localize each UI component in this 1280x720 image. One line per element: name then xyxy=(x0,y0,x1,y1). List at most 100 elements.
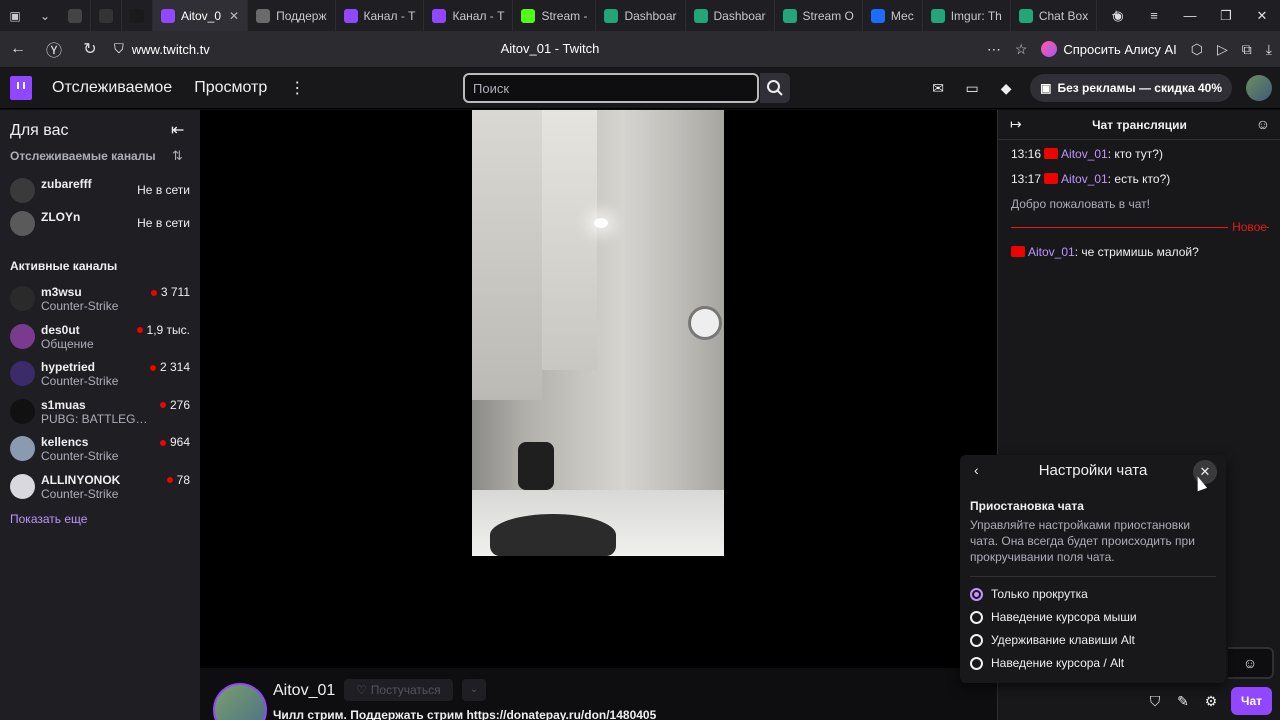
ad-free-promo-button[interactable]: ▣ Без рекламы — скидка 40% xyxy=(1030,74,1232,102)
downloads-icon[interactable]: ⤓ xyxy=(1266,41,1272,58)
show-more-link[interactable]: Показать еще xyxy=(10,512,87,526)
moderation-shield-icon[interactable]: ⛉ xyxy=(1147,693,1163,710)
chat-settings-popup: Настройки чата ‹ ✕ Приостановка чата Упр… xyxy=(960,455,1226,683)
pen-icon[interactable]: ✎ xyxy=(1175,693,1191,710)
browser-tab[interactable]: Канал - Т xyxy=(424,0,514,31)
channel-game: Counter-Strike xyxy=(41,449,119,463)
nav-following[interactable]: Отслеживаемое xyxy=(52,79,172,97)
tab-favicon-icon xyxy=(604,8,619,23)
browser-tab[interactable]: Stream O xyxy=(775,0,863,31)
channel-name: hypetried xyxy=(41,360,96,374)
followed-channel-item[interactable]: zubarefff Не в сети xyxy=(10,175,190,209)
tab-label: Канал - Т xyxy=(363,8,416,23)
collapse-sidebar-icon[interactable]: ⇤ xyxy=(171,120,184,140)
viewer-count: 2 314 xyxy=(149,360,190,374)
tab-favicon-icon xyxy=(1018,8,1033,23)
yandex-icon[interactable]: Ⓨ xyxy=(36,37,72,61)
browser-tab[interactable]: Imgur: Th xyxy=(923,0,1011,31)
emote-picker-button[interactable]: ☺ xyxy=(1228,647,1274,679)
channel-game: Counter-Strike xyxy=(41,299,119,313)
collapse-chat-icon[interactable]: ↦ xyxy=(1010,116,1022,133)
chat-pause-option[interactable]: Наведение курсора / Alt xyxy=(970,656,1124,670)
alice-ai-button[interactable]: Спросить Алису AI xyxy=(1041,41,1177,57)
chat-pause-option[interactable]: Наведение курсора мыши xyxy=(970,610,1137,624)
sort-icon[interactable]: ⇅ xyxy=(172,148,183,164)
browser-tab[interactable]: Dashboar xyxy=(686,0,775,31)
collections-icon[interactable]: ⧉ xyxy=(1242,41,1252,58)
message-user[interactable]: Aitov_01 xyxy=(1061,172,1108,186)
active-channel-item[interactable]: hypetried Counter-Strike 2 314 xyxy=(10,358,190,392)
reload-button[interactable]: ↻ xyxy=(72,39,108,59)
profile-icon[interactable]: ◉ xyxy=(1100,8,1136,24)
browser-tab[interactable]: Aitov_0 ✕ xyxy=(153,0,249,31)
search-button[interactable] xyxy=(760,73,790,103)
channel-name: s1muas xyxy=(41,397,86,412)
inbox-icon[interactable]: ✉ xyxy=(928,78,948,98)
minimize-button[interactable]: — xyxy=(1172,8,1208,23)
tabs-menu-chevron-icon[interactable]: ⌄ xyxy=(30,0,60,31)
follow-dropdown-icon[interactable]: ⌄ xyxy=(462,679,486,701)
active-channel-item[interactable]: ALLINYONOK Counter-Strike 78 xyxy=(10,471,190,505)
chat-send-button[interactable]: Чат xyxy=(1231,687,1272,715)
radio-button[interactable] xyxy=(970,587,983,601)
radio-button[interactable] xyxy=(970,656,983,670)
active-channel-item[interactable]: m3wsu Counter-Strike 3 711 xyxy=(10,283,190,317)
browser-tab[interactable]: Поддерж xyxy=(248,0,336,31)
emoji-icon: ☺ xyxy=(1242,655,1258,671)
nav-browse[interactable]: Просмотр xyxy=(194,79,267,97)
video-player[interactable] xyxy=(200,110,997,668)
browser-tab[interactable]: Dashboar xyxy=(596,0,686,31)
viewer-count: 78 xyxy=(166,473,190,487)
user-avatar[interactable] xyxy=(1246,75,1272,101)
browser-tab[interactable]: Chat Box xyxy=(1011,0,1098,31)
media-icon[interactable]: ▷ xyxy=(1217,41,1228,58)
alice-label: Спросить Алису AI xyxy=(1063,41,1177,57)
channel-name: ALLINYONOK xyxy=(41,472,121,487)
close-window-button[interactable]: ✕ xyxy=(1244,8,1280,24)
radio-button[interactable] xyxy=(970,633,983,647)
chat-settings-gear-icon[interactable]: ⚙ xyxy=(1203,693,1219,710)
channel-status: Не в сети xyxy=(137,183,190,197)
message-user[interactable]: Aitov_01 xyxy=(1028,245,1075,259)
url-field[interactable]: ⛉ www.twitch.tv xyxy=(114,41,210,57)
chat-message: Aitov_01: че стримишь малой? xyxy=(1011,245,1199,259)
back-chevron-icon[interactable]: ‹ xyxy=(974,462,979,478)
chat-pause-option[interactable]: Удерживание клавиши Alt xyxy=(970,633,1135,647)
search-input[interactable] xyxy=(473,80,749,96)
whispers-icon[interactable]: ▭ xyxy=(962,78,982,98)
browser-tab[interactable]: Мес xyxy=(863,0,923,31)
browser-tab[interactable]: Stream - xyxy=(513,0,597,31)
more-options-icon[interactable]: ⋯ xyxy=(987,41,1001,58)
twitch-header: Отслеживаемое Просмотр ⋮ ✉ ▭ ◆ ▣ Без рек… xyxy=(0,67,1280,109)
more-menu-icon[interactable]: ⋮ xyxy=(289,78,305,98)
message-user[interactable]: Aitov_01 xyxy=(1061,147,1108,161)
bookmark-icon[interactable]: ☆ xyxy=(1015,41,1028,58)
extensions-icon[interactable]: ⬡ xyxy=(1191,41,1203,58)
followed-channel-item[interactable]: ZLOYn Не в сети xyxy=(10,208,190,242)
alice-icon xyxy=(1041,41,1058,57)
browser-tab[interactable] xyxy=(122,0,153,31)
close-tab-icon[interactable]: ✕ xyxy=(229,9,239,23)
browser-menu-icon[interactable]: ≡ xyxy=(1136,8,1172,23)
browser-tab[interactable] xyxy=(91,0,122,31)
chat-users-icon[interactable]: ☺ xyxy=(1256,116,1270,132)
follow-button[interactable]: ♡ Постучаться xyxy=(344,679,453,701)
sidebar-toggle-icon[interactable]: ▣ xyxy=(0,0,30,31)
live-indicator-icon xyxy=(149,364,156,371)
stream-title: Чилл стрим. Поддержать стрим https://don… xyxy=(273,708,657,720)
active-channel-item[interactable]: kellencs Counter-Strike 964 xyxy=(10,433,190,467)
channel-avatar[interactable] xyxy=(213,683,267,720)
chat-pause-option[interactable]: Только прокрутка xyxy=(970,587,1088,601)
browser-tab[interactable]: Канал - Т xyxy=(336,0,425,31)
active-channel-item[interactable]: s1muas PUBG: BATTLEGR... 276 xyxy=(10,396,190,430)
active-channel-item[interactable]: des0ut Общение 1,9 тыс. xyxy=(10,321,190,355)
twitch-logo-icon[interactable] xyxy=(10,75,32,100)
maximize-button[interactable]: ❐ xyxy=(1208,8,1244,24)
tab-favicon-icon xyxy=(130,8,144,23)
crown-icon[interactable]: ◆ xyxy=(996,78,1016,98)
browser-tab[interactable] xyxy=(60,0,91,31)
back-button[interactable]: ← xyxy=(0,40,36,58)
tab-favicon-icon xyxy=(870,8,885,23)
radio-button[interactable] xyxy=(970,610,983,624)
channel-name[interactable]: Aitov_01 xyxy=(273,682,335,700)
